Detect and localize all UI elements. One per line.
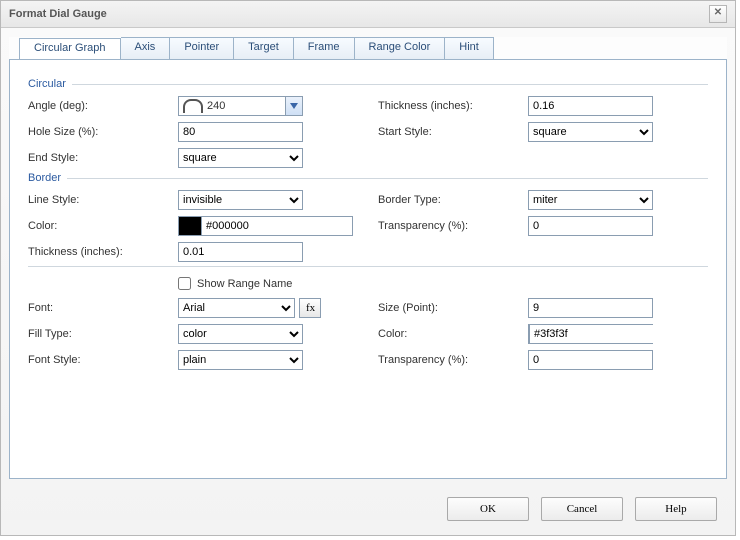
label-text-color: Color: xyxy=(378,328,528,340)
tab-label: Circular Graph xyxy=(34,42,106,54)
tab-hint[interactable]: Hint xyxy=(445,37,494,59)
section-divider xyxy=(28,266,708,267)
tab-circular-graph[interactable]: Circular Graph xyxy=(19,38,121,60)
label-thickness: Thickness (inches): xyxy=(378,100,528,112)
cancel-button[interactable]: Cancel xyxy=(541,497,623,521)
dialog-title: Format Dial Gauge xyxy=(9,1,107,27)
thickness-input[interactable] xyxy=(528,96,653,116)
label-font: Font: xyxy=(28,302,178,314)
size-pt-input[interactable] xyxy=(528,298,653,318)
color-swatch xyxy=(179,217,202,235)
border-thickness-input[interactable] xyxy=(178,242,303,262)
button-bar: OK Cancel Help xyxy=(447,497,717,521)
chevron-down-icon[interactable] xyxy=(285,97,302,115)
help-button[interactable]: Help xyxy=(635,497,717,521)
border-type-select[interactable]: miter xyxy=(528,190,653,210)
font-style-select[interactable]: plain xyxy=(178,350,303,370)
text-grid: Font: Arial fx Size (Point): Fill Type: … xyxy=(28,298,708,370)
circular-grid: Angle (deg): 240 Thickness (inches): Hol… xyxy=(28,96,708,168)
line-style-select[interactable]: invisible xyxy=(178,190,303,210)
close-icon[interactable]: ✕ xyxy=(709,5,727,23)
tab-pane-circular-graph: Circular Angle (deg): 240 Thickness (inc… xyxy=(9,59,727,479)
text-transparency-input[interactable] xyxy=(528,350,653,370)
format-dial-gauge-dialog: Format Dial Gauge ✕ Circular Graph Axis … xyxy=(0,0,736,536)
fx-button[interactable]: fx xyxy=(299,298,321,318)
label-text-transparency: Transparency (%): xyxy=(378,354,528,366)
ok-button[interactable]: OK xyxy=(447,497,529,521)
border-color-field[interactable] xyxy=(178,216,353,236)
end-style-select[interactable]: square xyxy=(178,148,303,168)
section-label: Border xyxy=(28,172,61,184)
angle-combo[interactable]: 240 xyxy=(178,96,303,116)
label-size-pt: Size (Point): xyxy=(378,302,528,314)
section-circular: Circular xyxy=(28,78,708,90)
label-font-style: Font Style: xyxy=(28,354,178,366)
angle-value: 240 xyxy=(207,100,285,112)
border-transparency-input[interactable] xyxy=(528,216,653,236)
label-border-thickness: Thickness (inches): xyxy=(28,246,178,258)
label-transparency: Transparency (%): xyxy=(378,220,528,232)
tab-pointer[interactable]: Pointer xyxy=(170,37,234,59)
hole-size-input[interactable] xyxy=(178,122,303,142)
tab-label: Range Color xyxy=(369,41,431,53)
label-show-range: Show Range Name xyxy=(197,278,292,290)
tab-label: Frame xyxy=(308,41,340,53)
tab-target[interactable]: Target xyxy=(234,37,294,59)
rule xyxy=(67,178,708,179)
tab-frame[interactable]: Frame xyxy=(294,37,355,59)
text-color-input[interactable] xyxy=(530,325,680,343)
label-line-style: Line Style: xyxy=(28,194,178,206)
tab-strip: Circular Graph Axis Pointer Target Frame… xyxy=(19,37,727,59)
rule xyxy=(72,84,708,85)
tab-range-color[interactable]: Range Color xyxy=(355,37,446,59)
tab-label: Axis xyxy=(135,41,156,53)
label-end-style: End Style: xyxy=(28,152,178,164)
start-style-select[interactable]: square xyxy=(528,122,653,142)
rule xyxy=(28,266,708,267)
label-fill-type: Fill Type: xyxy=(28,328,178,340)
tab-axis[interactable]: Axis xyxy=(121,37,171,59)
text-color-field[interactable] xyxy=(528,324,653,344)
label-border-type: Border Type: xyxy=(378,194,528,206)
border-grid: Line Style: invisible Border Type: miter… xyxy=(28,190,708,262)
tab-label: Target xyxy=(248,41,279,53)
section-label: Circular xyxy=(28,78,66,90)
label-start-style: Start Style: xyxy=(378,126,528,138)
dialog-body: Circular Graph Axis Pointer Target Frame… xyxy=(9,37,727,479)
label-hole: Hole Size (%): xyxy=(28,126,178,138)
section-border: Border xyxy=(28,172,708,184)
tab-label: Hint xyxy=(459,41,479,53)
titlebar: Format Dial Gauge ✕ xyxy=(1,1,735,28)
font-select[interactable]: Arial xyxy=(178,298,295,318)
gauge-icon xyxy=(183,99,203,113)
label-angle: Angle (deg): xyxy=(28,100,178,112)
fill-type-select[interactable]: color xyxy=(178,324,303,344)
border-color-input[interactable] xyxy=(202,217,352,235)
label-color: Color: xyxy=(28,220,178,232)
show-range-checkbox[interactable] xyxy=(178,277,191,290)
show-range-row: Show Range Name xyxy=(178,277,708,290)
tab-label: Pointer xyxy=(184,41,219,53)
